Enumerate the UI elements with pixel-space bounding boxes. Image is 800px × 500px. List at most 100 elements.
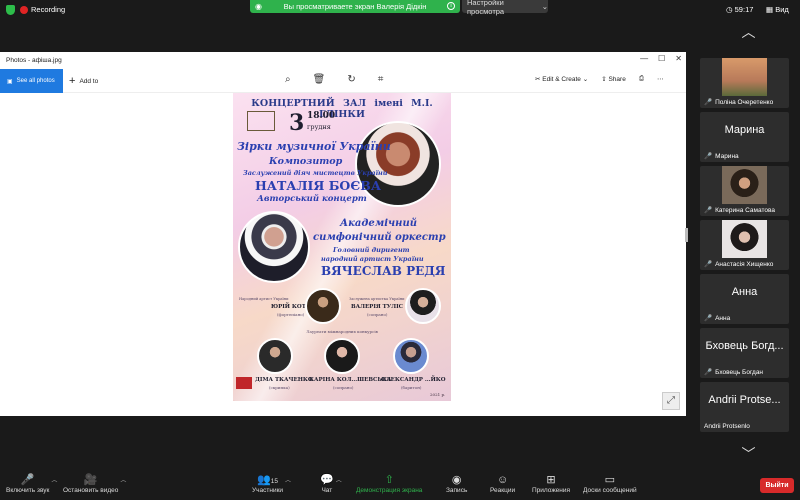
gallery-down-chevron-icon[interactable]: ﹀ <box>697 444 800 464</box>
performer-2-name: КАРІНА КОЛ...ШЕВСЬКА <box>309 377 392 383</box>
minimize-icon[interactable]: — <box>640 54 648 63</box>
expand-icon[interactable]: ⤢ <box>662 392 680 410</box>
participant-name-text: Бховець Богдан <box>715 369 764 376</box>
plus-icon: + <box>69 75 76 87</box>
performer-1-role: (скрипка) <box>269 385 290 390</box>
participant-name: 🎤 Бховець Богдан <box>704 368 763 376</box>
share-screen-button[interactable]: ⇧ Демонстрация экрана <box>356 473 422 494</box>
share-screen-icon: ◉ <box>255 2 262 11</box>
muted-mic-icon: 🎤 <box>704 99 713 106</box>
security-shield-icon[interactable] <box>6 5 15 15</box>
participant-tile[interactable]: Бховець Богд... 🎤 Бховець Богдан <box>700 328 789 378</box>
record-button[interactable]: ◉ Запись <box>446 473 467 494</box>
see-all-photos-button[interactable]: ▣ See all photos <box>0 69 63 93</box>
window-controls: — ☐ ✕ <box>640 54 682 63</box>
share-screen-icon: ⇧ <box>384 474 394 486</box>
concert-poster-image: КОНЦЕРТНИЙ ЗАЛ імені М.І. ГЛІНКИ 3 18.00… <box>233 93 451 401</box>
participant-tile[interactable]: Andrii Protse... Andrii Protsenlo <box>700 382 789 432</box>
maximize-icon[interactable]: ☐ <box>658 54 665 63</box>
chevron-down-icon: ⌄ <box>541 2 548 11</box>
muted-mic-icon: 🎤 <box>704 369 713 376</box>
view-button[interactable]: ▦ Вид <box>766 5 789 14</box>
philharmonic-logo <box>247 111 275 131</box>
participant-name: Andrii Protsenlo <box>704 423 750 430</box>
edit-create-button[interactable]: ✂ Edit & Create ⌄ <box>535 75 588 83</box>
camera-icon: 🎥 <box>83 474 98 486</box>
apps-label: Приложения <box>532 487 571 494</box>
poster-people-artist: народний артист України <box>321 255 424 263</box>
edit-create-label: Edit & Create <box>542 76 581 83</box>
participant-name: 🎤 Поліна Очеретенко <box>704 98 773 106</box>
participant-tile[interactable]: 🎤 Поліна Очеретенко <box>700 58 789 108</box>
people-icon: 👥 <box>257 474 271 486</box>
record-label: Запись <box>446 487 468 494</box>
share-button[interactable]: ⇪ Share <box>601 75 626 83</box>
performer-1-name: ДІМА ТКАЧЕНКО <box>255 377 313 383</box>
participant-name-text: Анастасія Хищенко <box>715 261 774 268</box>
share-banner-text: Вы просматриваете экран Валерія Дідкін <box>283 2 427 11</box>
participants-button[interactable]: 👥15 Участники ︿ <box>252 473 291 494</box>
poster-year: 2021 р. <box>430 392 446 397</box>
chevron-up-icon[interactable]: ︿ <box>285 475 291 484</box>
muted-mic-icon: 🎤 <box>704 261 713 268</box>
record-icon: ◉ <box>451 474 462 486</box>
delete-icon[interactable]: 🗑 <box>313 74 326 85</box>
muted-mic-icon: 🎤 <box>704 207 713 214</box>
chat-label: Чат <box>321 487 333 494</box>
participant-tile[interactable]: Марина 🎤 Марина <box>700 112 789 162</box>
chevron-up-icon[interactable]: ︿ <box>336 475 342 484</box>
see-all-label: See all photos <box>16 78 55 84</box>
participant-tile[interactable]: 🎤 Анастасія Хищенко <box>700 220 789 270</box>
more-icon[interactable]: ⋯ <box>657 75 664 83</box>
participant-tile[interactable]: 🎤 Катерина Саматова <box>700 166 789 216</box>
performer-3-role: (баритон) <box>401 385 422 390</box>
crop-icon[interactable]: ⌗ <box>378 74 384 85</box>
panel-resize-handle[interactable] <box>685 228 688 242</box>
muted-mic-icon: 🎤 <box>20 474 35 486</box>
info-icon[interactable]: i <box>447 2 455 10</box>
unmute-button[interactable]: 🎤 Включить звук ︿ <box>6 473 57 494</box>
kot-role: (фортепіано) <box>277 312 305 317</box>
chevron-up-icon[interactable]: ︿ <box>51 475 57 484</box>
rotate-icon[interactable]: ↻ <box>347 74 355 85</box>
participant-name: 🎤 Катерина Саматова <box>704 206 775 214</box>
participants-count: 15 <box>270 478 278 485</box>
participant-video <box>722 58 767 96</box>
leave-button[interactable]: Выйти <box>760 478 794 493</box>
print-icon[interactable]: ⎙ <box>639 75 644 83</box>
tulis-name: ВАЛЕРІЯ ТУЛІС <box>351 304 404 310</box>
pianist-photo <box>305 288 341 324</box>
participant-big-name: Andrii Protse... <box>708 394 781 406</box>
view-options-label: Настройки просмотра <box>467 0 505 16</box>
performer-3-name: ОЛЕКСАНДР ...ЙКО <box>381 377 446 383</box>
participant-gallery: ︿ 🎤 Поліна Очеретенко Марина 🎤 Марина 🎤 Кат… <box>697 20 800 470</box>
sponsor-logo <box>236 377 252 389</box>
reactions-button[interactable]: ☺ Реакции <box>490 473 515 494</box>
stop-video-label: Остановить видео <box>63 487 119 494</box>
stop-video-button[interactable]: 🎥 Остановить видео ︿ <box>63 473 126 494</box>
apps-button[interactable]: ⊞ Приложения <box>532 473 570 494</box>
chevron-up-icon[interactable]: ︿ <box>120 475 126 484</box>
participant-tile[interactable]: Анна 🎤 Анна <box>700 274 789 324</box>
muted-mic-icon: 🎤 <box>704 315 713 322</box>
reactions-icon: ☺ <box>496 474 509 486</box>
whiteboard-button[interactable]: ▭ Доски сообщений <box>583 473 637 494</box>
photos-toolbar: ▣ See all photos + Add to ⌕ 🗑 ↻ ⌗ ✂ Edit… <box>0 69 686 93</box>
poster-time: 18.00 <box>307 111 336 121</box>
zoom-control-bar: 🎤 Включить звук ︿ 🎥 Остановить видео ︿ 👥… <box>0 470 800 500</box>
performer-2-role: (сопрано) <box>333 385 354 390</box>
chat-button[interactable]: 💬 Чат ︿ <box>320 473 342 494</box>
gallery-up-chevron-icon[interactable]: ︿ <box>697 22 800 42</box>
participant-video <box>722 166 767 204</box>
composer-photo <box>355 121 441 207</box>
add-to-button[interactable]: + Add to <box>69 75 98 87</box>
zoom-icon[interactable]: ⌕ <box>285 74 291 85</box>
tulis-caption: Заслужена артистка України <box>349 297 405 301</box>
close-icon[interactable]: ✕ <box>675 54 682 63</box>
add-to-label: Add to <box>79 77 99 85</box>
violinist-photo <box>257 338 293 374</box>
participant-name: 🎤 Марина <box>704 152 739 160</box>
view-options-dropdown[interactable]: Настройки просмотра ⌄ <box>462 0 548 16</box>
participant-name-text: Катерина Саматова <box>715 207 775 214</box>
poster-laureates: Лауреати міжнародних конкурсів <box>306 329 378 334</box>
